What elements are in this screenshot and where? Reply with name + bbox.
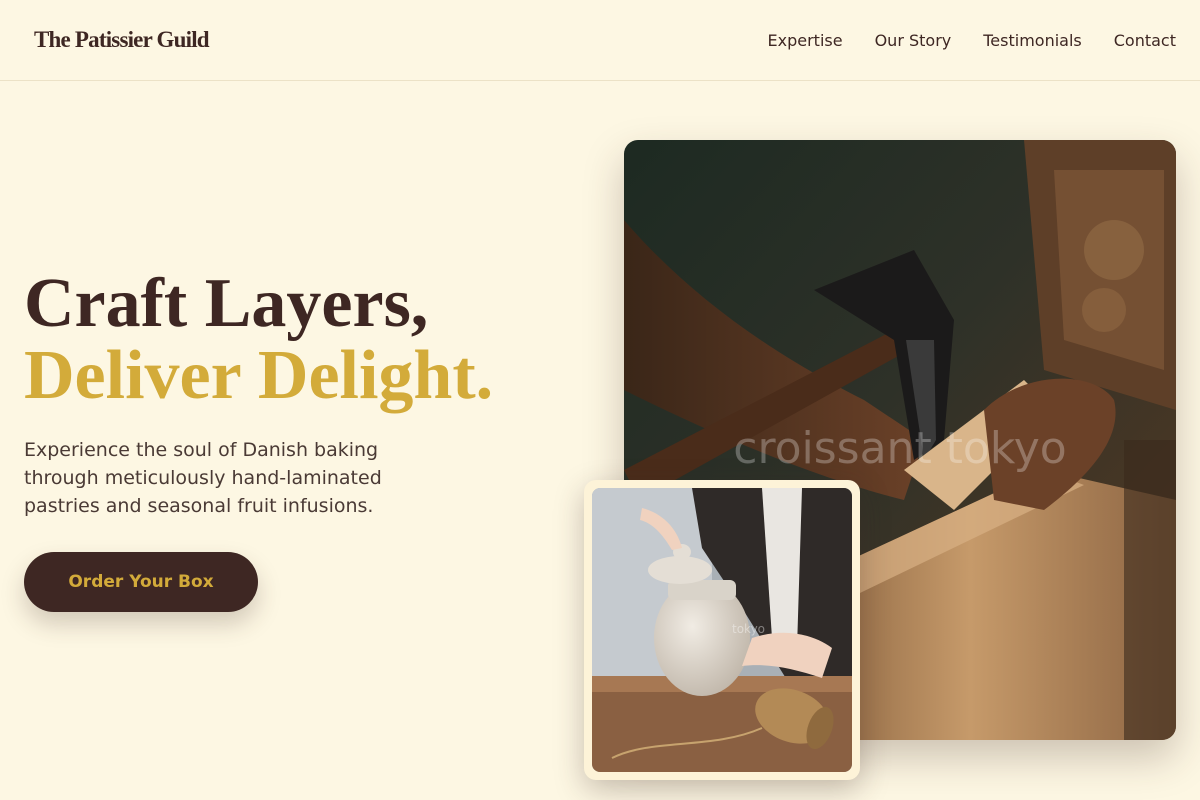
landing-page: The Patissier Guild Expertise Our Story … [0, 0, 1200, 800]
order-box-button[interactable]: Order Your Box [24, 552, 258, 612]
nav-link-our-story[interactable]: Our Story [875, 31, 952, 50]
main-image-watermark: croissant tokyo [733, 423, 1067, 474]
nav-link-expertise[interactable]: Expertise [768, 31, 843, 50]
hero-title-line2: Deliver Delight. [24, 337, 494, 414]
inset-image-watermark: tokyo [732, 622, 766, 636]
hero-title: Craft Layers, Deliver Delight. [24, 268, 493, 412]
hero-description: Experience the soul of Danish baking thr… [24, 439, 382, 517]
hero-inset-card: tokyo [584, 480, 860, 780]
nav-link-contact[interactable]: Contact [1114, 31, 1176, 50]
nav-link-testimonials[interactable]: Testimonials [983, 31, 1082, 50]
hero-title-line1: Craft Layers, [24, 265, 429, 342]
site-header: The Patissier Guild Expertise Our Story … [0, 0, 1200, 81]
main-nav: Expertise Our Story Testimonials Contact [768, 31, 1176, 50]
brand-logo[interactable]: The Patissier Guild [34, 27, 210, 53]
hero-inset-image: tokyo [592, 488, 852, 772]
